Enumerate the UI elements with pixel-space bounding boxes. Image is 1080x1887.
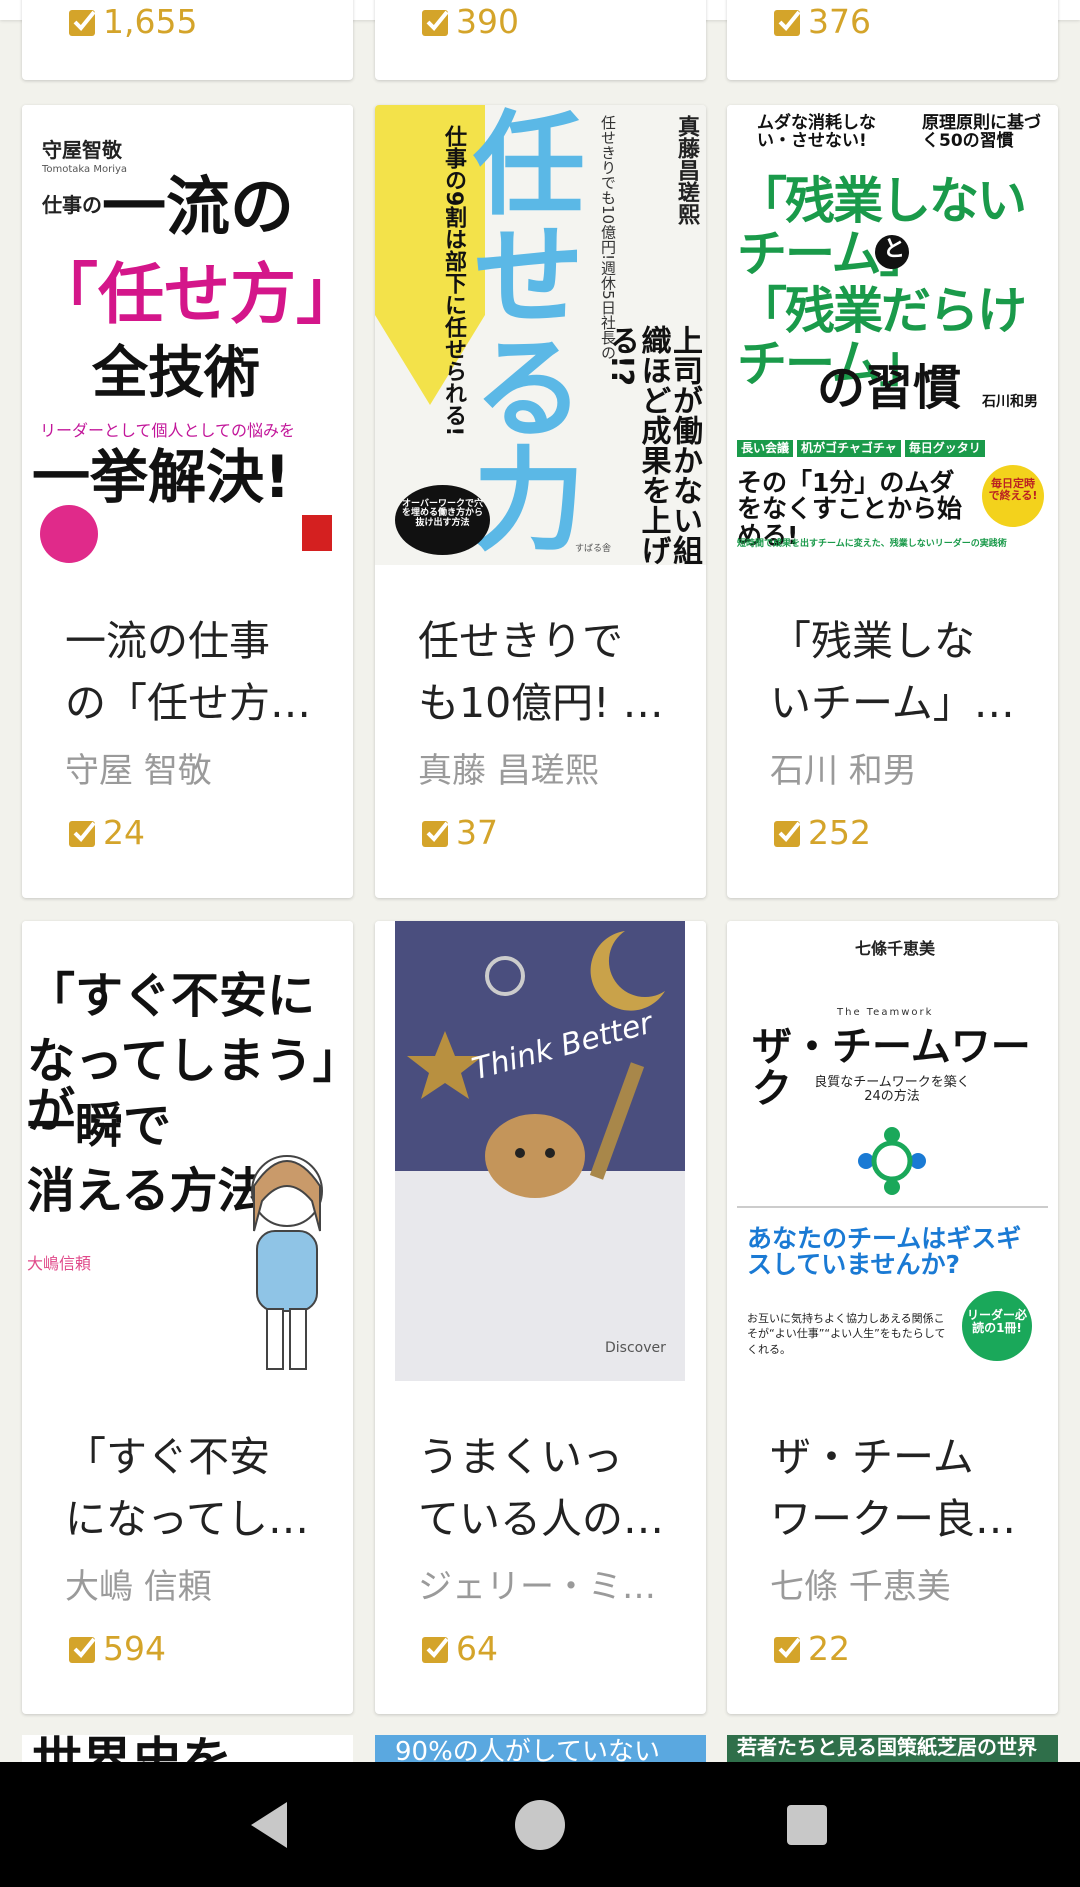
book-title: 「すぐ不安 になってし… xyxy=(65,1433,309,1543)
book-card-partial[interactable]: 世界史を xyxy=(22,1735,353,1762)
review-count: 376 xyxy=(772,2,871,41)
book-card-partial[interactable]: 若者たちと見る国策紙芝居の世界 xyxy=(727,1735,1058,1762)
book-card-partial[interactable]: 390 xyxy=(375,0,706,80)
review-count: 22 xyxy=(772,1629,850,1668)
team-logo xyxy=(858,1127,926,1195)
nav-back-button[interactable] xyxy=(170,1762,370,1887)
book-card[interactable]: Think Better Discover うまくいっ ている人の… ジェリー・… xyxy=(375,921,706,1714)
review-count: 594 xyxy=(67,1629,166,1668)
book-cover: Think Better Discover xyxy=(375,921,706,1381)
book-cover: 「すぐ不安に なってしまう」が 一瞬で 消える方法 大嶋信頼 xyxy=(22,921,353,1381)
book-author: ジェリー・ミ… xyxy=(418,1567,656,1607)
tag-list: 長い会議 机がゴチャゴチャ 毎日グッタリ xyxy=(737,440,985,457)
book-card[interactable]: 守屋智敬 Tomotaka Moriya 仕事の 一流の 「任せ方」 全技術 リ… xyxy=(22,105,353,898)
checkbox-icon xyxy=(422,1636,449,1663)
home-circle-icon xyxy=(515,1799,565,1850)
book-title: 任せきりで も10億円! … xyxy=(418,617,664,727)
illustration xyxy=(251,1155,323,1370)
cover-art xyxy=(407,931,665,1198)
checkbox-icon xyxy=(69,820,96,847)
book-cover: 七條千恵美 The Teamwork ザ・チームワーク 良質なチームワークを築く… xyxy=(727,921,1058,1381)
book-author: 真藤 昌瑳熙 xyxy=(418,751,599,791)
review-count: 1,655 xyxy=(67,2,197,41)
review-count: 64 xyxy=(420,1629,498,1668)
book-author: 守屋 智敬 xyxy=(65,751,212,791)
divider xyxy=(737,1206,1048,1208)
nav-recents-button[interactable] xyxy=(707,1762,907,1887)
review-count: 37 xyxy=(420,813,498,852)
book-card[interactable]: 仕事の9割は部下に任せられる! 任せきりでも10億円!週休5日社長の 真藤昌瑳熙… xyxy=(375,105,706,898)
book-card-partial[interactable]: 376 xyxy=(727,0,1058,80)
book-title: 一流の仕事 の「任せ方… xyxy=(65,617,311,727)
book-cover: 仕事の9割は部下に任せられる! 任せきりでも10億円!週休5日社長の 真藤昌瑳熙… xyxy=(375,105,706,565)
nav-home-button[interactable] xyxy=(440,1762,640,1887)
book-card[interactable]: ムダな消耗しない・させない! 原理原則に基づく50の習慣 「残業しないチーム」 … xyxy=(727,105,1058,898)
checkbox-icon xyxy=(69,1636,96,1663)
system-nav-bar xyxy=(0,1762,1080,1887)
checkbox-icon xyxy=(422,820,449,847)
book-author: 大嶋 信頼 xyxy=(65,1567,212,1607)
checkbox-icon xyxy=(774,820,801,847)
book-author: 石川 和男 xyxy=(770,751,917,791)
book-card[interactable]: 「すぐ不安に なってしまう」が 一瞬で 消える方法 大嶋信頼 「すぐ不安 になっ… xyxy=(22,921,353,1714)
book-title: うまくいっ ている人の… xyxy=(418,1433,664,1543)
book-author: 七條 千恵美 xyxy=(770,1567,951,1607)
publisher-logo xyxy=(302,515,332,551)
book-card-partial[interactable]: 1,655 xyxy=(22,0,353,80)
checkbox-icon xyxy=(422,9,449,36)
badge xyxy=(40,505,98,563)
checkbox-icon xyxy=(774,1636,801,1663)
recents-square-icon xyxy=(787,1804,827,1845)
review-count: 252 xyxy=(772,813,871,852)
back-triangle-icon xyxy=(251,1801,287,1848)
book-card-partial[interactable]: 90%の人がしていない xyxy=(375,1735,706,1762)
checkbox-icon xyxy=(774,9,801,36)
book-cover: 守屋智敬 Tomotaka Moriya 仕事の 一流の 「任せ方」 全技術 リ… xyxy=(22,105,353,565)
book-title: 「残業しな いチーム」… xyxy=(770,617,1015,727)
book-card[interactable]: 七條千恵美 The Teamwork ザ・チームワーク 良質なチームワークを築く… xyxy=(727,921,1058,1714)
review-count: 390 xyxy=(420,2,519,41)
book-cover: ムダな消耗しない・させない! 原理原則に基づく50の習慣 「残業しないチーム」 … xyxy=(727,105,1058,565)
review-count: 24 xyxy=(67,813,145,852)
book-title: ザ・チーム ワークー良… xyxy=(770,1433,1016,1543)
checkbox-icon xyxy=(69,9,96,36)
